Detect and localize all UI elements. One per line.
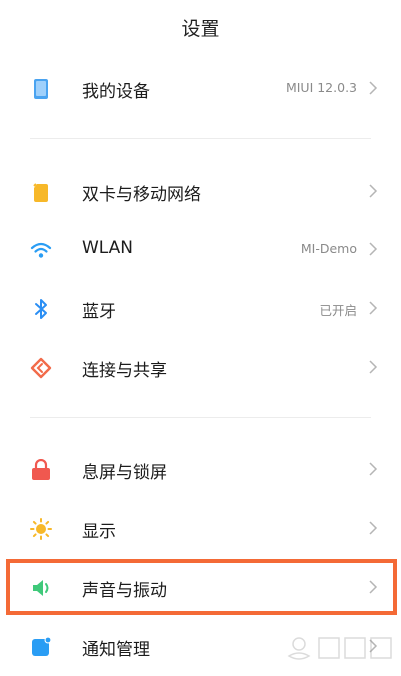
- settings-item-sim-network[interactable]: 双卡与移动网络: [0, 162, 401, 220]
- chevron-right-icon: [369, 242, 378, 256]
- settings-item-label: 蓝牙: [82, 302, 116, 322]
- bluetooth-icon: [35, 299, 47, 319]
- settings-item-value: MIUI 12.0.3: [285, 80, 357, 95]
- device-icon: [34, 79, 48, 99]
- settings-item-label: 我的设备: [82, 82, 150, 102]
- settings-item-label: 息屏与锁屏: [82, 463, 167, 483]
- lock-icon: [32, 459, 50, 480]
- share-icon: [30, 357, 52, 379]
- settings-item-label: WLAN: [82, 238, 134, 258]
- settings-item-wlan[interactable]: WLAN MI-Demo: [0, 220, 401, 278]
- settings-item-lock-screen[interactable]: 息屏与锁屏: [0, 440, 401, 498]
- settings-item-value: MI-Demo: [300, 241, 357, 256]
- settings-item-label: 连接与共享: [82, 361, 167, 381]
- sun-icon: [30, 518, 52, 540]
- settings-item-display[interactable]: 显示: [0, 499, 401, 557]
- chevron-right-icon: [369, 184, 378, 198]
- wifi-icon: [30, 242, 52, 258]
- notification-icon: [32, 636, 52, 656]
- sim-card-icon: [33, 183, 48, 202]
- settings-item-value: 已开启: [319, 303, 357, 318]
- page-title: 设置: [181, 18, 220, 40]
- section-divider: [30, 417, 371, 418]
- chevron-right-icon: [369, 301, 378, 315]
- section-divider: [30, 138, 371, 139]
- settings-item-label: 双卡与移动网络: [82, 185, 201, 205]
- settings-item-bluetooth[interactable]: 蓝牙 已开启: [0, 279, 401, 337]
- settings-item-my-device[interactable]: 我的设备 MIUI 12.0.3: [0, 59, 401, 117]
- settings-item-connection-sharing[interactable]: 连接与共享: [0, 338, 401, 396]
- chevron-right-icon: [369, 81, 378, 95]
- chevron-right-icon: [369, 521, 378, 535]
- settings-item-label: 显示: [82, 522, 116, 542]
- chevron-right-icon: [369, 360, 378, 374]
- settings-item-label: 通知管理: [82, 640, 150, 660]
- chevron-right-icon: [369, 462, 378, 476]
- watermark-logo: [287, 637, 392, 660]
- highlight-box: [6, 559, 397, 615]
